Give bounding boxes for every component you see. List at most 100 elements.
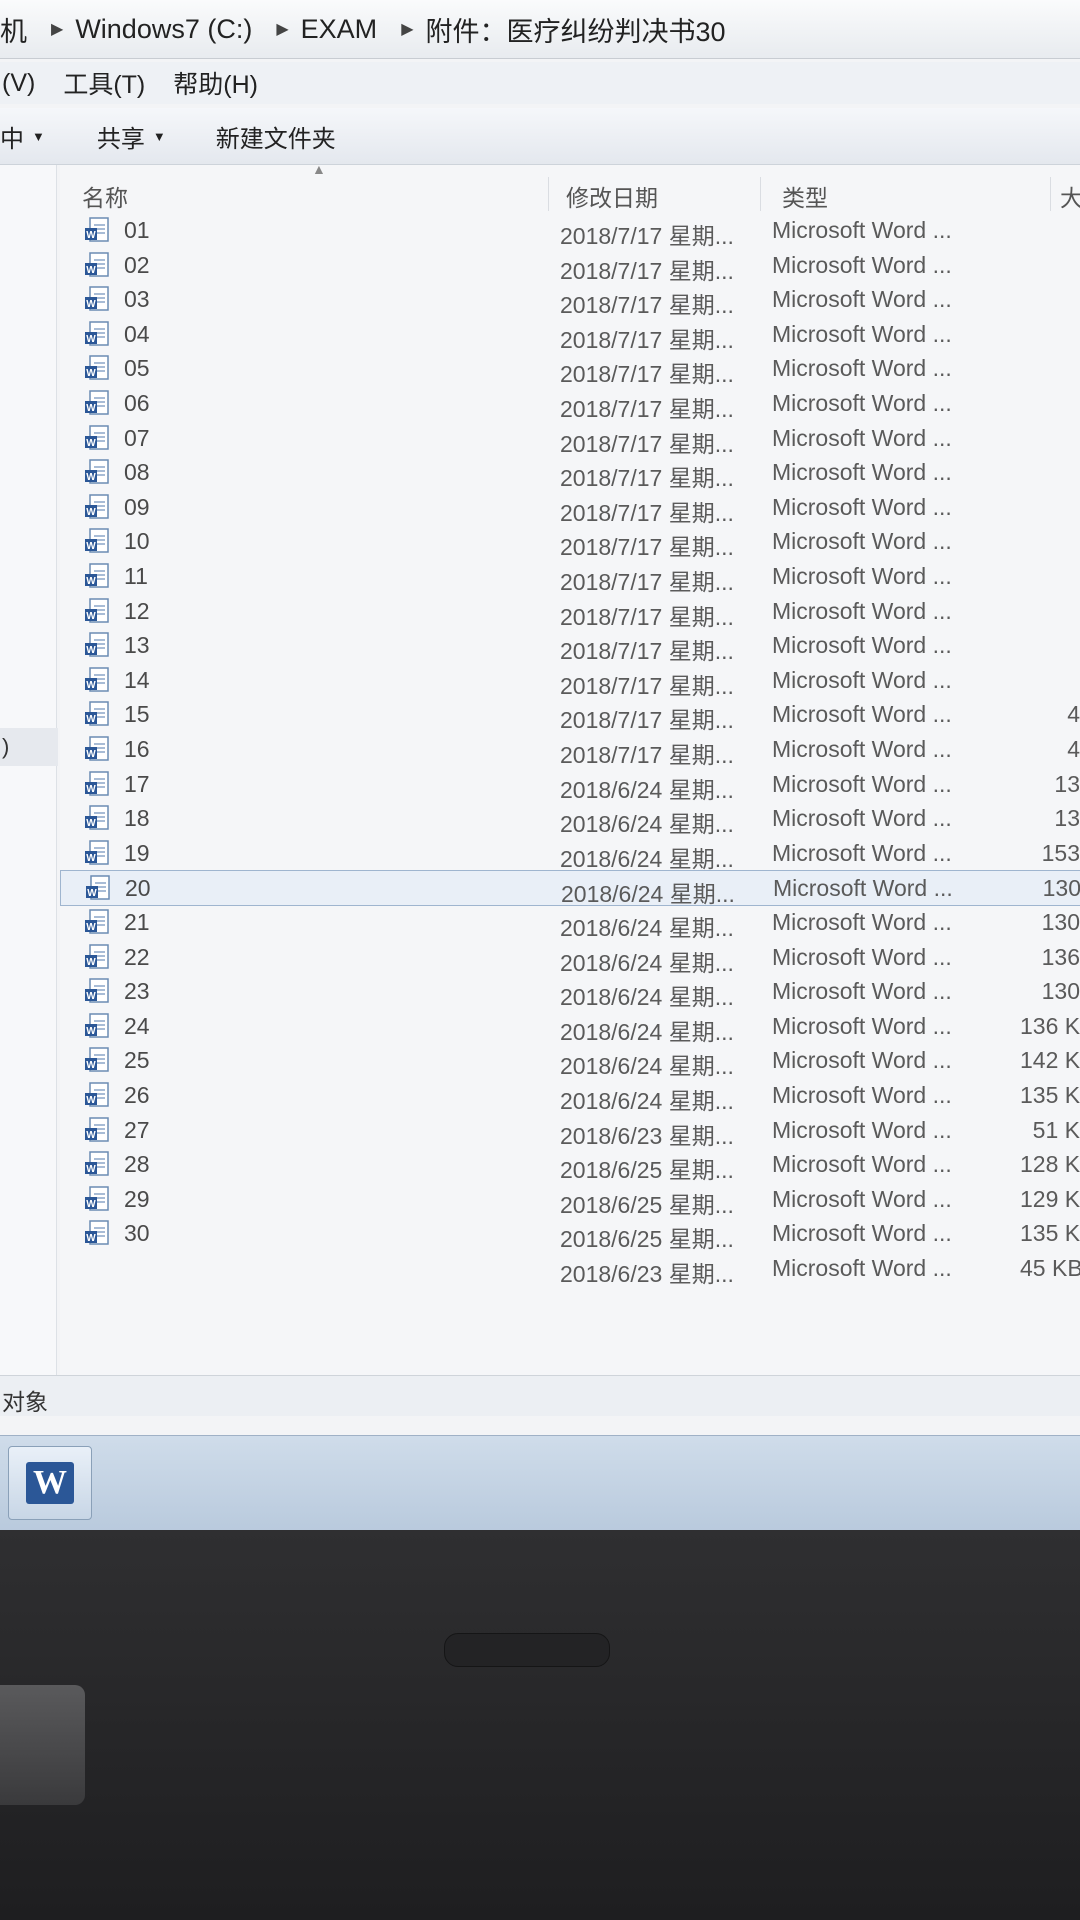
column-header-size[interactable]: 大 [1060, 179, 1080, 213]
svg-text:W: W [86, 1026, 96, 1037]
svg-text:W: W [86, 991, 96, 1002]
breadcrumb-arrow-icon[interactable]: ▶ [264, 19, 300, 39]
file-row[interactable]: W 17 2018/6/24 星期... Microsoft Word ... 13 [60, 767, 1080, 803]
breadcrumb-folder[interactable]: 附件：医疗纠纷判决书30 [426, 10, 738, 49]
file-row[interactable]: W 16 2018/7/17 星期... Microsoft Word ... 4 [60, 732, 1080, 768]
file-size: 130 [1041, 978, 1080, 1005]
word-document-icon: W [85, 459, 109, 484]
file-date-modified: 2018/6/25 星期... [560, 1226, 734, 1253]
file-name: 22 [124, 943, 150, 970]
breadcrumb-exam[interactable]: EXAM [301, 14, 390, 45]
address-bar[interactable]: 机 ▶ Windows7 (C:) ▶ EXAM ▶ 附件：医疗纠纷判决书30 [0, 0, 1080, 59]
file-size: 4 [1067, 701, 1080, 728]
file-row[interactable]: W 25 2018/6/24 星期... Microsoft Word ... 142 … [60, 1043, 1080, 1079]
include-in-library-button[interactable]: 中 ▼ [0, 119, 45, 154]
svg-text:W: W [86, 541, 96, 552]
file-row[interactable]: W 22 2018/6/24 星期... Microsoft Word ... 136 [60, 940, 1080, 976]
file-name: 03 [124, 286, 150, 313]
file-name: 27 [124, 1116, 150, 1143]
file-date-modified: 2018/6/23 星期... [560, 1122, 734, 1149]
file-list[interactable]: ▲ 名称 修改日期 类型 大 W 01 2018/7/17 星期... Microso… [60, 161, 1080, 1375]
file-row[interactable]: W 27 2018/6/23 星期... Microsoft Word ... 51 K [60, 1113, 1080, 1149]
breadcrumb-computer[interactable]: 机 [0, 10, 39, 49]
word-app-icon: W [26, 1462, 74, 1504]
file-type: Microsoft Word ... [772, 805, 952, 832]
svg-text:W: W [86, 749, 96, 760]
file-name: 17 [124, 770, 150, 797]
file-size: 129 KB [1020, 1185, 1080, 1212]
menu-view[interactable]: (V) [0, 69, 61, 98]
file-row[interactable]: W 19 2018/6/24 星期... Microsoft Word ... 153 [60, 836, 1080, 872]
file-row[interactable]: W 03 2018/7/17 星期... Microsoft Word ... [60, 282, 1080, 318]
file-row[interactable]: W 26 2018/6/24 星期... Microsoft Word ... 135 … [60, 1078, 1080, 1114]
share-button[interactable]: 共享 ▼ [97, 119, 166, 154]
file-row[interactable]: W 15 2018/7/17 星期... Microsoft Word ... 4 [60, 697, 1080, 733]
breadcrumb-drive[interactable]: Windows7 (C:) [75, 14, 264, 45]
column-header-type[interactable]: 类型 [782, 179, 828, 213]
file-name: 24 [124, 1012, 150, 1039]
file-row[interactable]: W 11 2018/7/17 星期... Microsoft Word ... [60, 559, 1080, 595]
file-date-modified: 2018/7/17 星期... [560, 361, 734, 388]
word-document-icon: W [85, 1082, 109, 1107]
svg-text:W: W [86, 853, 96, 864]
file-type: Microsoft Word ... [772, 632, 952, 659]
menu-tools[interactable]: 工具(T) [61, 65, 171, 101]
file-row[interactable]: W 01 2018/7/17 星期... Microsoft Word ... [60, 213, 1080, 249]
menu-help[interactable]: 帮助(H) [171, 65, 284, 101]
file-row[interactable]: W 09 2018/7/17 星期... Microsoft Word ... [60, 490, 1080, 526]
breadcrumb-arrow-icon[interactable]: ▶ [39, 19, 75, 39]
file-name: 11 [124, 563, 148, 589]
file-type: Microsoft Word ... [772, 1116, 952, 1143]
file-date-modified: 2018/6/25 星期... [560, 1157, 734, 1184]
column-header-date[interactable]: 修改日期 [566, 179, 658, 213]
file-type: Microsoft Word ... [772, 1082, 952, 1108]
word-document-icon: W [85, 667, 109, 692]
svg-text:W: W [86, 680, 96, 691]
file-row[interactable]: W 30 2018/6/25 星期... Microsoft Word ... 135 … [60, 1216, 1080, 1252]
column-divider[interactable] [760, 177, 761, 211]
file-row[interactable]: W 13 2018/7/17 星期... Microsoft Word ... [60, 628, 1080, 664]
file-name: 10 [124, 528, 150, 555]
file-name: 21 [124, 909, 150, 935]
file-row[interactable]: W 10 2018/7/17 星期... Microsoft Word ... [60, 524, 1080, 560]
file-row[interactable]: W 12 2018/7/17 星期... Microsoft Word ... [60, 594, 1080, 630]
column-divider[interactable] [548, 177, 549, 211]
file-row[interactable]: W 06 2018/7/17 星期... Microsoft Word ... [60, 386, 1080, 422]
nav-item-selected[interactable]: ) [0, 728, 58, 766]
word-document-icon: W [85, 909, 109, 934]
file-size: 130 [1042, 875, 1080, 902]
file-type: Microsoft Word ... [772, 251, 952, 278]
file-date-modified: 2018/6/24 星期... [560, 845, 734, 872]
column-headers: ▲ 名称 修改日期 类型 大 [60, 161, 1080, 215]
file-row[interactable]: W 02 2018/7/17 星期... Microsoft Word ... [60, 248, 1080, 284]
file-row[interactable]: W 21 2018/6/24 星期... Microsoft Word ... 130 [60, 905, 1080, 941]
file-size: 136 [1041, 943, 1080, 970]
new-folder-button[interactable]: 新建文件夹 [216, 119, 336, 154]
file-row[interactable]: W 23 2018/6/24 星期... Microsoft Word ... 130 [60, 974, 1080, 1010]
column-divider[interactable] [1050, 177, 1051, 211]
taskbar-word-button[interactable]: W [8, 1446, 92, 1520]
file-row[interactable]: W 28 2018/6/25 星期... Microsoft Word ... 128 … [60, 1147, 1080, 1183]
file-type: Microsoft Word ... [772, 1012, 952, 1039]
breadcrumb-arrow-icon[interactable]: ▶ [389, 19, 425, 39]
file-row[interactable]: W 20 2018/6/24 星期... Microsoft Word ... 130 [60, 870, 1080, 907]
file-size: 45 KB [1020, 1255, 1080, 1281]
file-row[interactable]: W 05 2018/7/17 星期... Microsoft Word ... [60, 351, 1080, 387]
file-row[interactable]: W 08 2018/7/17 星期... Microsoft Word ... [60, 455, 1080, 491]
file-row[interactable]: W 04 2018/7/17 星期... Microsoft Word ... [60, 317, 1080, 353]
svg-text:W: W [86, 438, 96, 449]
file-row[interactable]: W 07 2018/7/17 星期... Microsoft Word ... [60, 421, 1080, 457]
file-row[interactable]: 2018/6/23 星期... Microsoft Word ... 45 KB [60, 1251, 1080, 1287]
file-row[interactable]: W 18 2018/6/24 星期... Microsoft Word ... 13 [60, 801, 1080, 837]
file-row[interactable]: W 14 2018/7/17 星期... Microsoft Word ... [60, 663, 1080, 699]
column-header-name[interactable]: 名称 [82, 179, 128, 213]
word-document-icon: W [85, 563, 109, 588]
file-size: 4 [1067, 736, 1080, 762]
file-row[interactable]: W 29 2018/6/25 星期... Microsoft Word ... 129 … [60, 1182, 1080, 1218]
sort-ascending-icon: ▲ [312, 161, 326, 177]
file-date-modified: 2018/7/17 星期... [560, 465, 734, 492]
file-row[interactable]: W 24 2018/6/24 星期... Microsoft Word ... 136 … [60, 1009, 1080, 1045]
file-date-modified: 2018/7/17 星期... [560, 326, 734, 353]
navigation-pane[interactable]: ) [0, 165, 58, 1375]
file-name: 16 [124, 736, 150, 762]
